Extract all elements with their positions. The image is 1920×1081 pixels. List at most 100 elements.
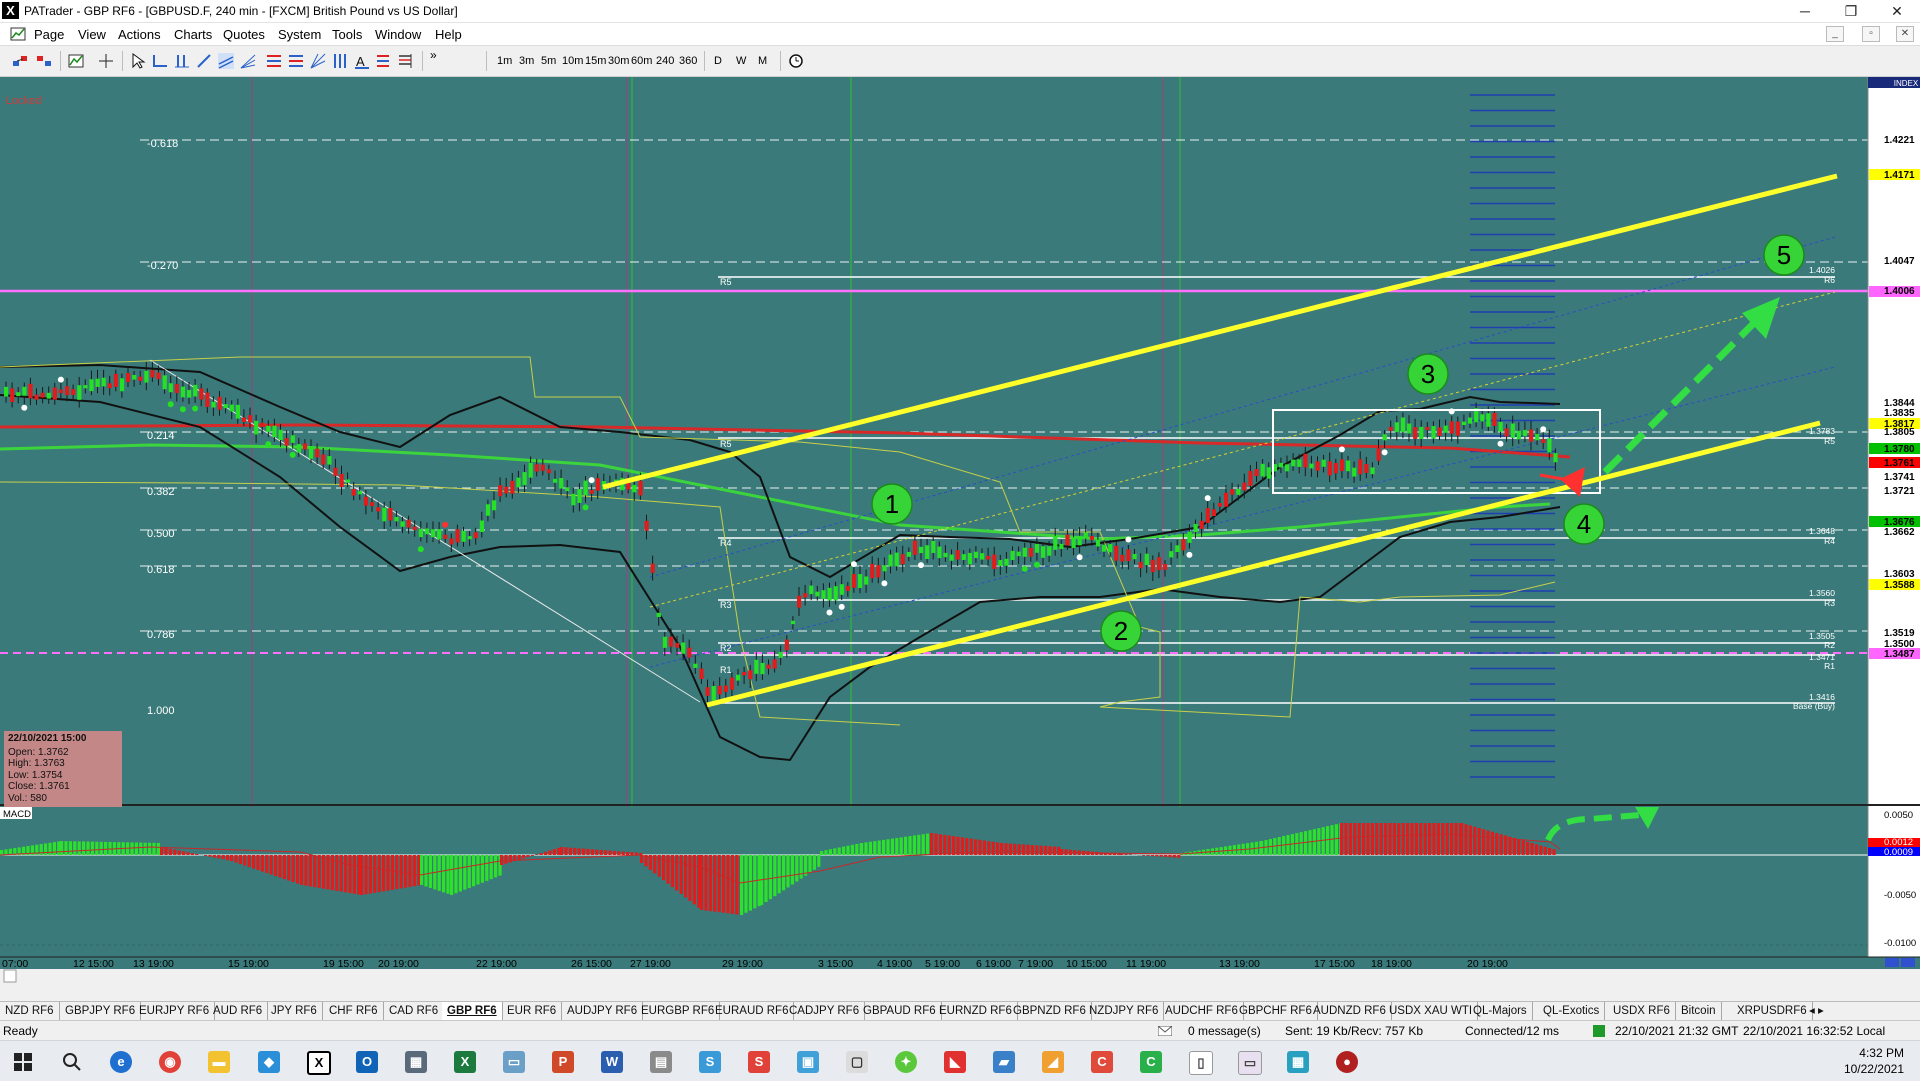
tab-usdx-rf6[interactable]: USDX RF6 (1608, 1002, 1676, 1020)
app-icon[interactable]: C (1091, 1051, 1113, 1073)
word-icon[interactable]: W (601, 1051, 623, 1073)
chart-area[interactable]: 1 2 3 4 5 Locked -0.618 -0.270 0.214 0.3… (0, 77, 1920, 985)
app-icon[interactable]: ▭ (503, 1051, 525, 1073)
mdi-minimize-button[interactable]: _ (1826, 26, 1844, 42)
app-icon[interactable]: ◆ (258, 1051, 280, 1073)
tab-nzd-rf6[interactable]: NZD RF6 (0, 1002, 60, 1020)
timeframe-5m[interactable]: 5m (541, 55, 556, 67)
message-icon[interactable] (1158, 1026, 1172, 1036)
tray-clock[interactable]: 4:32 PM 10/22/2021 (1844, 1045, 1904, 1077)
menu-quotes[interactable]: Quotes (223, 27, 265, 42)
app-icon[interactable]: ▯ (1189, 1051, 1213, 1075)
tab-jpy-rf6[interactable]: JPY RF6 (266, 1002, 323, 1020)
tab-audnzd-rf6[interactable]: AUDNZD RF6 (1308, 1002, 1392, 1020)
timeframe-10m[interactable]: 10m (562, 55, 583, 67)
price-chart[interactable]: 1 2 3 4 5 Locked -0.618 -0.270 0.214 0.3… (0, 77, 1920, 807)
mdi-restore-button[interactable]: ▫ (1862, 26, 1880, 42)
link-red-icon[interactable] (36, 53, 52, 69)
tab-xrpusdrf6[interactable]: XRPUSDRF6 (1732, 1002, 1813, 1020)
menu-view[interactable]: View (78, 27, 106, 42)
tab-gbpjpy-rf6[interactable]: GBPJPY RF6 (60, 1002, 141, 1020)
macd-panel[interactable]: MACD 0.0050 0.0012 0.0009 -0.0050 -0.010… (0, 807, 1920, 985)
tab-ql-majors[interactable]: QL-Majors (1468, 1002, 1533, 1020)
tab-aud-rf6[interactable]: AUD RF6 (208, 1002, 268, 1020)
timeframe-30m[interactable]: 30m (608, 55, 629, 67)
clock-icon[interactable] (788, 53, 804, 69)
cycle-lines-icon[interactable] (332, 53, 348, 69)
app-icon[interactable]: S (699, 1051, 721, 1073)
app-icon[interactable]: ▰ (993, 1051, 1015, 1073)
tab-gbp-rf6[interactable]: GBP RF6 (442, 1002, 503, 1020)
fibonacci-retracement-icon[interactable] (266, 53, 282, 69)
edge-icon[interactable]: e (110, 1051, 132, 1073)
app-icon[interactable]: S (748, 1051, 770, 1073)
app-icon[interactable]: ✦ (895, 1051, 917, 1073)
tab-ql-exotics[interactable]: QL-Exotics (1538, 1002, 1605, 1020)
app-icon[interactable]: ◣ (944, 1051, 966, 1073)
text-tool-icon[interactable]: A (354, 53, 370, 69)
fibonacci-extension-icon[interactable] (288, 53, 304, 69)
tab-eurgbp-rf6[interactable]: EURGBP RF6 (636, 1002, 720, 1020)
maximize-button[interactable]: ❐ (1828, 0, 1874, 22)
tab-scroll-arrows-icon[interactable]: ◂ ▸ (1804, 1002, 1829, 1020)
close-button[interactable]: ✕ (1874, 0, 1920, 22)
fibonacci-fan-icon[interactable] (240, 53, 256, 69)
windows-start-icon[interactable] (14, 1053, 32, 1071)
excel-icon[interactable]: X (454, 1051, 476, 1073)
tab-usdx-xau-wti[interactable]: USDX XAU WTI (1384, 1002, 1478, 1020)
price-axis[interactable] (1868, 77, 1920, 807)
app-icon[interactable]: ● (1336, 1051, 1358, 1073)
tab-eur-rf6[interactable]: EUR RF6 (502, 1002, 562, 1020)
status-messages[interactable]: 0 message(s) (1188, 1024, 1261, 1038)
menu-window[interactable]: Window (375, 27, 421, 42)
outlook-icon[interactable]: O (356, 1051, 378, 1073)
timeframe-monthly[interactable]: M (758, 55, 767, 67)
tab-nzdjpy-rf6[interactable]: NZDJPY RF6 (1084, 1002, 1164, 1020)
link-icon[interactable] (12, 53, 28, 69)
menu-tools[interactable]: Tools (332, 27, 362, 42)
menu-charts[interactable]: Charts (174, 27, 212, 42)
timeframe-weekly[interactable]: W (736, 55, 746, 67)
gann-icon[interactable] (310, 53, 326, 69)
app-icon[interactable]: C (1140, 1051, 1162, 1073)
app-icon[interactable]: ▤ (650, 1051, 672, 1073)
menu-system[interactable]: System (278, 27, 321, 42)
app-icon[interactable]: ▭ (1238, 1051, 1262, 1075)
crosshair-icon[interactable] (98, 53, 114, 69)
powerpoint-icon[interactable]: P (552, 1051, 574, 1073)
timeframe-240[interactable]: 240 (656, 55, 674, 67)
tab-eurnzd-rf6[interactable]: EURNZD RF6 (934, 1002, 1018, 1020)
file-explorer-icon[interactable]: ▬ (208, 1051, 230, 1073)
trend-line-icon[interactable] (196, 53, 212, 69)
levels-icon[interactable] (398, 53, 414, 69)
tab-eurjpy-rf6[interactable]: EURJPY RF6 (134, 1002, 215, 1020)
timeframe-1m[interactable]: 1m (497, 55, 512, 67)
new-chart-icon[interactable] (68, 53, 84, 69)
tab-euraud-rf6[interactable]: EURAUD RF6 (710, 1002, 794, 1020)
chrome-icon[interactable]: ◉ (159, 1051, 181, 1073)
timeframe-daily[interactable]: D (714, 55, 722, 67)
timeframe-360[interactable]: 360 (679, 55, 697, 67)
tab-gbpaud-rf6[interactable]: GBPAUD RF6 (858, 1002, 942, 1020)
app-icon[interactable]: ◢ (1042, 1051, 1064, 1073)
channel-icon[interactable] (218, 53, 234, 69)
pointer-icon[interactable] (130, 53, 146, 69)
tab-bitcoin[interactable]: Bitcoin (1676, 1002, 1722, 1020)
menu-actions[interactable]: Actions (118, 27, 161, 42)
tab-chf-rf6[interactable]: CHF RF6 (324, 1002, 384, 1020)
timeframe-3m[interactable]: 3m (519, 55, 534, 67)
mdi-close-button[interactable]: ✕ (1896, 26, 1914, 42)
pivot-levels-icon[interactable] (376, 53, 392, 69)
tab-cadjpy-rf6[interactable]: CADJPY RF6 (784, 1002, 865, 1020)
vertical-line-icon[interactable] (174, 53, 190, 69)
app-icon[interactable]: ▣ (797, 1051, 819, 1073)
tab-audchf-rf6[interactable]: AUDCHF RF6 (1160, 1002, 1244, 1020)
menu-page[interactable]: Page (34, 27, 64, 42)
patrader-taskbar-icon[interactable]: X (307, 1051, 331, 1075)
tab-gbpnzd-rf6[interactable]: GBPNZD RF6 (1008, 1002, 1092, 1020)
tab-cad-rf6[interactable]: CAD RF6 (384, 1002, 444, 1020)
minimize-button[interactable]: ─ (1782, 0, 1828, 22)
timeframe-15m[interactable]: 15m (585, 55, 606, 67)
horizontal-line-icon[interactable] (152, 53, 168, 69)
app-icon[interactable]: ▢ (846, 1051, 868, 1073)
